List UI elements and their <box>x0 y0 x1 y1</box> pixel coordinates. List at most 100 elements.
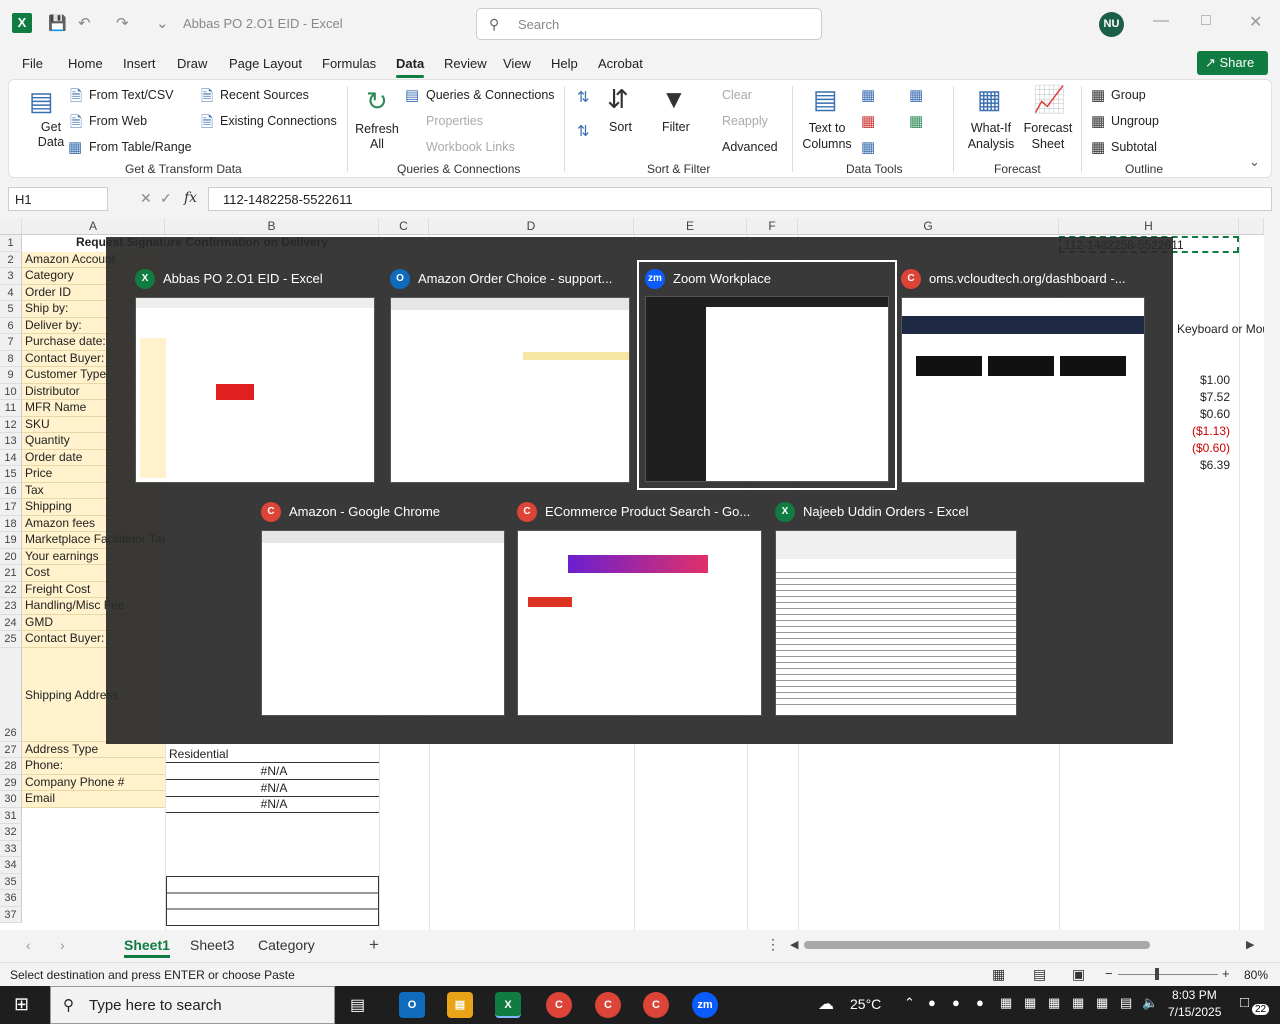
row-header[interactable]: 32 <box>0 824 22 841</box>
sheet-tab-sheet1[interactable]: Sheet1 <box>124 937 170 958</box>
weather-icon[interactable]: ☁ <box>818 994 834 1014</box>
remove-duplicates-icon[interactable]: ▦ <box>861 112 875 130</box>
zoom-app-icon[interactable]: zm <box>692 992 718 1018</box>
row-header[interactable]: 16 <box>0 482 22 499</box>
row-header[interactable]: 27 <box>0 741 22 758</box>
sort-descending-icon[interactable]: ⇅ <box>577 122 590 140</box>
tab-home[interactable]: Home <box>68 56 103 71</box>
refresh-all-button[interactable]: Refresh All <box>355 122 399 152</box>
column-header[interactable]: E <box>634 218 747 235</box>
cell-h7[interactable]: Keyboard or Mouse E <box>1174 322 1264 336</box>
redo-icon[interactable]: ↷ <box>116 14 129 32</box>
column-header[interactable]: F <box>747 218 798 235</box>
row-header[interactable]: 28 <box>0 758 22 775</box>
tab-page-layout[interactable]: Page Layout <box>229 56 302 71</box>
column-header[interactable] <box>1239 218 1264 235</box>
row-header[interactable]: 24 <box>0 614 22 631</box>
close-icon[interactable]: ✕ <box>1249 12 1262 32</box>
avatar[interactable]: NU <box>1099 12 1124 37</box>
zoom-out-icon[interactable]: − <box>1105 966 1113 981</box>
queries-connections-button[interactable]: Queries & Connections <box>426 88 555 102</box>
row-header[interactable]: 35 <box>0 873 22 890</box>
row-header[interactable]: 37 <box>0 906 22 923</box>
filter-button[interactable]: Filter <box>662 120 690 134</box>
save-icon[interactable]: 💾 <box>48 14 67 32</box>
row-header[interactable]: 23 <box>0 598 22 615</box>
tab-file[interactable]: File <box>22 56 43 71</box>
minimize-icon[interactable]: — <box>1153 12 1169 30</box>
row-header[interactable]: 6 <box>0 317 22 334</box>
ungroup-button[interactable]: Ungroup <box>1111 114 1159 128</box>
row-header[interactable]: 21 <box>0 565 22 582</box>
row-header[interactable]: 20 <box>0 548 22 565</box>
from-table-range-button[interactable]: From Table/Range <box>89 140 192 154</box>
row-header[interactable]: 25 <box>0 631 22 648</box>
row-header[interactable]: 36 <box>0 890 22 907</box>
tray-app-icon[interactable]: ▦ <box>1000 995 1012 1011</box>
excel-app-icon[interactable]: X <box>495 992 521 1018</box>
windows-start-icon[interactable]: ⊞ <box>14 994 29 1015</box>
subtotal-button[interactable]: Subtotal <box>1111 140 1157 154</box>
row-header[interactable]: 19 <box>0 532 22 549</box>
tab-formulas[interactable]: Formulas <box>322 56 376 71</box>
row-header[interactable]: 11 <box>0 400 22 417</box>
maximize-icon[interactable]: □ <box>1201 12 1211 30</box>
row-header[interactable]: 9 <box>0 367 22 384</box>
tab-draw[interactable]: Draw <box>177 56 207 71</box>
taskbar-search-input[interactable]: ⚲ Type here to search <box>50 986 335 1024</box>
outlook-tray-icon[interactable]: ● <box>976 995 984 1010</box>
recent-sources-button[interactable]: Recent Sources <box>220 88 309 102</box>
more-options-icon[interactable]: ⋮ <box>766 936 780 953</box>
tab-review[interactable]: Review <box>444 56 487 71</box>
sheet-tab-category[interactable]: Category <box>258 937 315 953</box>
next-sheet-icon[interactable]: › <box>60 937 65 953</box>
tab-data[interactable]: Data <box>396 56 425 78</box>
workbook-links-button[interactable]: Workbook Links <box>426 140 515 154</box>
row-header[interactable]: 18 <box>0 515 22 532</box>
column-header[interactable]: G <box>798 218 1059 235</box>
row-header[interactable]: 1 <box>0 235 22 252</box>
row-header[interactable]: 12 <box>0 416 22 433</box>
tab-acrobat[interactable]: Acrobat <box>598 56 643 71</box>
normal-view-icon[interactable]: ▦ <box>992 966 1005 983</box>
zoom-tray-icon[interactable]: ● <box>952 995 960 1010</box>
scroll-left-icon[interactable]: ◀ <box>790 938 798 951</box>
tray-app-icon[interactable]: ▦ <box>1048 995 1060 1011</box>
cell-a28[interactable]: Phone: <box>22 758 165 775</box>
tray-app-icon[interactable]: ▦ <box>1072 995 1084 1011</box>
clock-date[interactable]: 7/15/2025 <box>1168 1005 1221 1019</box>
row-header[interactable]: 34 <box>0 857 22 874</box>
properties-button[interactable]: Properties <box>426 114 483 128</box>
zoom-level[interactable]: 80% <box>1244 968 1268 982</box>
cell-b28[interactable]: #N/A <box>166 764 379 780</box>
share-button[interactable]: ↗ Share ⌄ <box>1197 51 1268 94</box>
name-box[interactable]: H1 <box>8 187 108 211</box>
formula-input[interactable]: 112-1482258-5522611 <box>208 187 1272 211</box>
chrome-tray-icon[interactable]: ● <box>928 995 936 1010</box>
network-icon[interactable]: ▤ <box>1120 995 1132 1011</box>
column-header[interactable]: B <box>165 218 379 235</box>
zoom-slider[interactable] <box>1118 974 1218 975</box>
row-header[interactable]: 15 <box>0 466 22 483</box>
clear-button[interactable]: Clear <box>722 88 752 102</box>
row-header[interactable]: 5 <box>0 301 22 318</box>
data-validation-icon[interactable]: ▦ <box>861 138 875 156</box>
column-header[interactable]: H <box>1059 218 1239 235</box>
text-to-columns-button[interactable]: Text to Columns <box>801 120 853 152</box>
row-header[interactable]: 29 <box>0 774 22 791</box>
advanced-button[interactable]: Advanced <box>722 140 778 154</box>
row-header[interactable]: 26 <box>0 647 22 742</box>
tray-app-icon[interactable]: ▦ <box>1024 995 1036 1011</box>
reapply-button[interactable]: Reapply <box>722 114 768 128</box>
row-header[interactable]: 4 <box>0 284 22 301</box>
row-header[interactable]: 30 <box>0 791 22 808</box>
from-web-button[interactable]: From Web <box>89 114 147 128</box>
sort-button[interactable]: Sort <box>609 120 632 134</box>
show-hidden-icons-icon[interactable]: ⌃ <box>904 995 915 1011</box>
page-break-view-icon[interactable]: ▣ <box>1072 966 1085 983</box>
task-view-window[interactable]: C ECommerce Product Search - Go... <box>517 502 762 716</box>
task-view-window[interactable]: C oms.vcloudtech.org/dashboard -... <box>901 269 1145 483</box>
add-sheet-icon[interactable]: + <box>369 935 379 955</box>
task-view-window[interactable]: X Najeeb Uddin Orders - Excel <box>775 502 1017 716</box>
collapse-ribbon-icon[interactable]: ⌄ <box>1249 154 1260 170</box>
